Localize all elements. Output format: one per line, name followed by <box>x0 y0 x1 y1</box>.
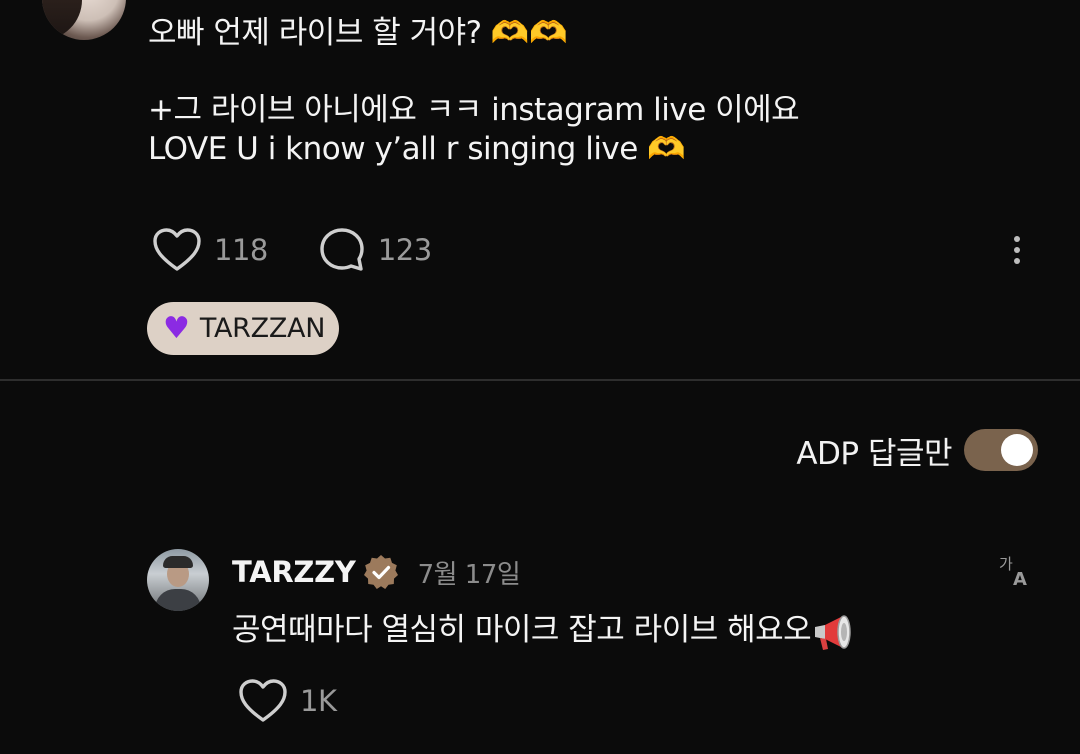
reply-username[interactable]: TARZZY <box>232 555 356 589</box>
toggle-knob <box>1001 434 1033 466</box>
filter-toggle[interactable] <box>964 429 1038 471</box>
reply-text: 공연때마다 열심히 마이크 잡고 라이브 해요오 <box>232 612 812 648</box>
reply-like-count: 1K <box>300 684 337 718</box>
more-dot-icon <box>1014 236 1020 242</box>
comment-spacer <box>148 53 1008 91</box>
purple-heart-icon: ♥ <box>163 310 190 346</box>
reply-actions: 1K <box>238 677 386 725</box>
reply-body: 공연때마다 열심히 마이크 잡고 라이브 해요오 <box>232 604 855 652</box>
like-count: 118 <box>214 233 268 267</box>
heart-outline-icon <box>239 679 287 722</box>
tag-chip[interactable]: ♥ TARZZAN <box>147 302 340 355</box>
avatar-cap <box>163 556 193 568</box>
svg-text:A: A <box>1013 569 1027 587</box>
like-button[interactable]: 118 <box>152 227 268 273</box>
svg-text:가: 가 <box>999 555 1013 573</box>
megaphone-icon <box>815 614 851 650</box>
tag-label: TARZZAN <box>199 313 326 344</box>
comment-line-3: LOVE U i know y’all r singing live 🫶 <box>148 131 686 167</box>
more-dot-icon <box>1014 247 1020 253</box>
comment-line-1: 오빠 언제 라이브 할 거야? 🫶🫶 <box>148 15 568 51</box>
more-dot-icon <box>1014 258 1020 264</box>
reply-count: 123 <box>377 233 432 267</box>
verified-badge-icon <box>363 555 398 589</box>
heart-outline-icon <box>153 228 201 271</box>
section-divider <box>0 379 1080 381</box>
reply-avatar[interactable] <box>147 549 209 611</box>
commenter-avatar[interactable] <box>42 0 126 40</box>
filter-label: ADP 답글만 <box>796 435 952 472</box>
comments-page: 오빠 언제 라이브 할 거야? 🫶🫶 +그 라이브 아니에요 ㅋㅋ instag… <box>0 0 1080 754</box>
more-options-button[interactable] <box>1002 232 1032 268</box>
avatar-body <box>155 589 201 611</box>
reply-filter: ADP 답글만 <box>796 428 1038 472</box>
reply-date: 7월 17일 <box>417 559 521 590</box>
reply-like-button[interactable]: 1K <box>238 678 337 724</box>
reply-header: TARZZY 7월 17일 <box>232 552 521 592</box>
comment-body: 오빠 언제 라이브 할 거야? 🫶🫶 +그 라이브 아니에요 ㅋㅋ instag… <box>148 14 1008 169</box>
translate-icon[interactable]: 가 A <box>998 553 1034 587</box>
avatar-hair <box>42 0 82 40</box>
comment-actions: 118 123 <box>152 226 482 274</box>
reply-button[interactable]: 123 <box>318 226 432 274</box>
comment-line-2: +그 라이브 아니에요 ㅋㅋ instagram live 이에요 <box>148 92 800 128</box>
speech-bubble-icon <box>320 228 364 271</box>
